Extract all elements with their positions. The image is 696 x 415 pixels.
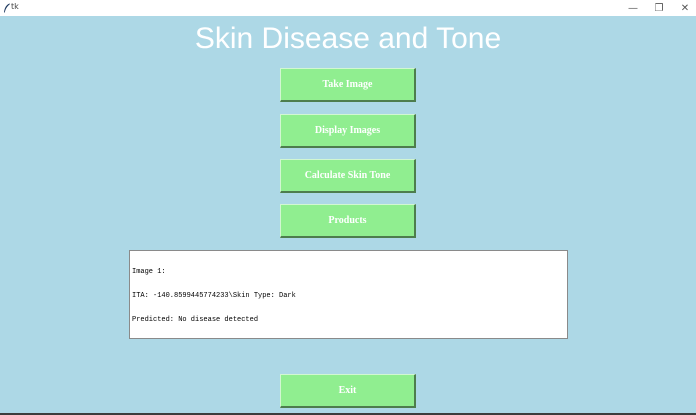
close-button[interactable]: ✕ xyxy=(673,1,696,15)
take-image-button[interactable]: Take Image xyxy=(280,68,416,102)
result-line: Image 1: xyxy=(132,268,166,276)
close-icon: ✕ xyxy=(680,2,690,14)
title-bar: tk — ❐ ✕ xyxy=(0,0,696,16)
minimize-button[interactable]: — xyxy=(621,1,645,15)
feather-icon xyxy=(4,3,10,13)
restore-icon: ❐ xyxy=(654,2,664,14)
window-title: tk xyxy=(11,2,19,11)
exit-button[interactable]: Exit xyxy=(280,374,416,408)
result-line: ITA: -140.8599445774233\Skin Type: Dark xyxy=(132,292,296,300)
results-text-area[interactable]: Image 1: ITA: -140.8599445774233\Skin Ty… xyxy=(129,250,568,339)
app-window: tk — ❐ ✕ Skin Disease and Tone Take Imag… xyxy=(0,0,696,415)
maximize-button[interactable]: ❐ xyxy=(647,1,671,15)
page-title: Skin Disease and Tone xyxy=(194,22,502,55)
display-images-button[interactable]: Display Images xyxy=(280,114,416,148)
calculate-skin-tone-button[interactable]: Calculate Skin Tone xyxy=(280,159,416,193)
products-button[interactable]: Products xyxy=(280,204,416,238)
result-line: Predicted: No disease detected xyxy=(132,316,259,324)
minimize-icon: — xyxy=(628,2,638,14)
